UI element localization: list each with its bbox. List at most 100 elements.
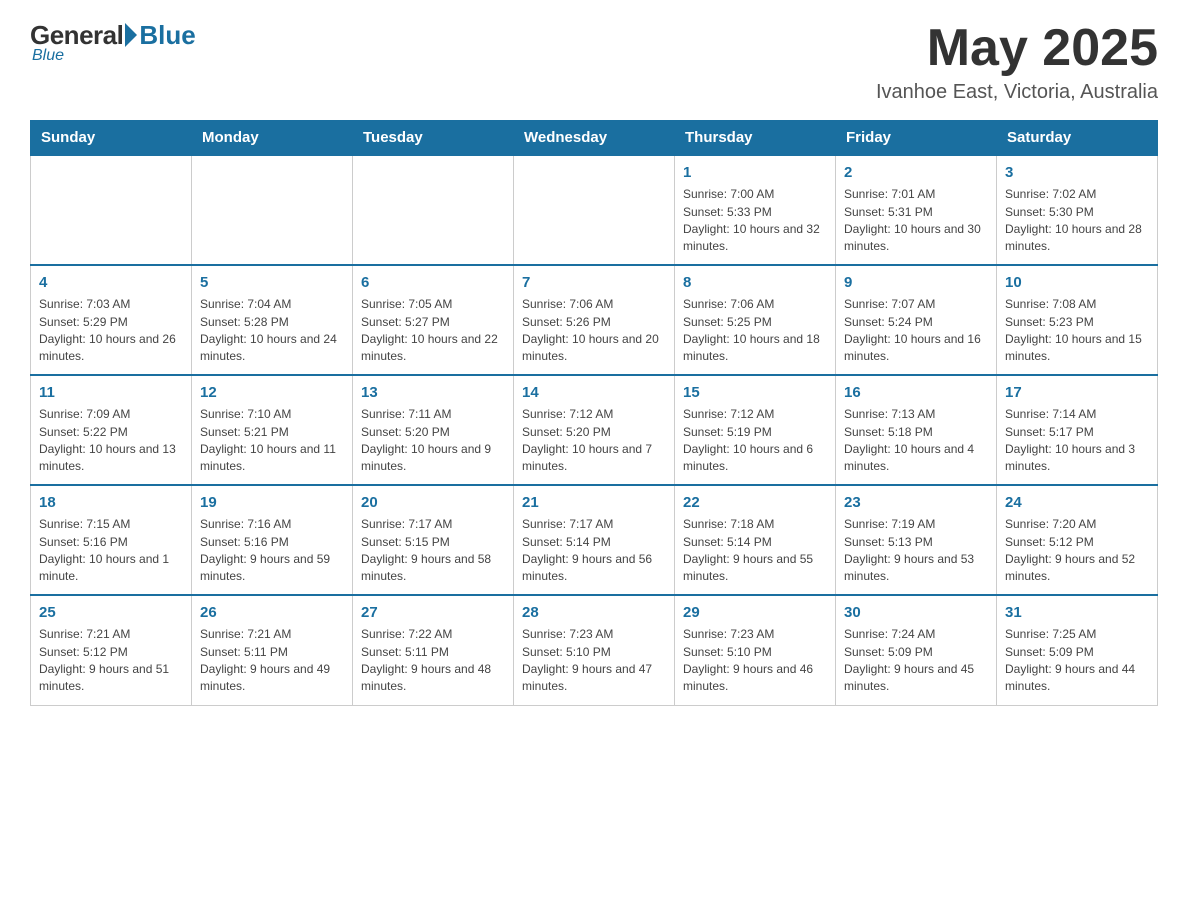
- calendar-cell: 16 Sunrise: 7:13 AMSunset: 5:18 PMDayligh…: [836, 375, 997, 485]
- day-number: 12: [200, 382, 344, 403]
- calendar-table: SundayMondayTuesdayWednesdayThursdayFrid…: [30, 120, 1158, 706]
- day-info: Sunrise: 7:19 AMSunset: 5:13 PMDaylight:…: [844, 516, 988, 586]
- calendar-cell: [192, 155, 353, 265]
- page-header: General Blue Blue May 2025 Ivanhoe East,…: [30, 20, 1158, 104]
- day-info: Sunrise: 7:03 AMSunset: 5:29 PMDaylight:…: [39, 296, 183, 366]
- calendar-cell: [514, 155, 675, 265]
- day-info: Sunrise: 7:17 AMSunset: 5:14 PMDaylight:…: [522, 516, 666, 586]
- day-number: 1: [683, 162, 827, 183]
- calendar-header-row: SundayMondayTuesdayWednesdayThursdayFrid…: [31, 121, 1158, 156]
- day-of-week-header: Tuesday: [353, 121, 514, 156]
- logo: General Blue Blue: [30, 20, 196, 65]
- day-number: 26: [200, 602, 344, 623]
- day-number: 11: [39, 382, 183, 403]
- calendar-cell: 22 Sunrise: 7:18 AMSunset: 5:14 PMDayligh…: [675, 485, 836, 595]
- day-number: 31: [1005, 602, 1149, 623]
- calendar-cell: 5 Sunrise: 7:04 AMSunset: 5:28 PMDaylight…: [192, 265, 353, 375]
- day-info: Sunrise: 7:15 AMSunset: 5:16 PMDaylight:…: [39, 516, 183, 586]
- day-number: 30: [844, 602, 988, 623]
- day-number: 4: [39, 272, 183, 293]
- logo-underline: Blue: [30, 47, 64, 65]
- day-number: 23: [844, 492, 988, 513]
- location-label: Ivanhoe East, Victoria, Australia: [876, 81, 1158, 104]
- day-number: 24: [1005, 492, 1149, 513]
- day-number: 22: [683, 492, 827, 513]
- day-info: Sunrise: 7:21 AMSunset: 5:11 PMDaylight:…: [200, 626, 344, 696]
- calendar-cell: 28 Sunrise: 7:23 AMSunset: 5:10 PMDayligh…: [514, 595, 675, 705]
- day-info: Sunrise: 7:01 AMSunset: 5:31 PMDaylight:…: [844, 186, 988, 256]
- calendar-cell: 26 Sunrise: 7:21 AMSunset: 5:11 PMDayligh…: [192, 595, 353, 705]
- day-number: 2: [844, 162, 988, 183]
- day-number: 10: [1005, 272, 1149, 293]
- day-number: 13: [361, 382, 505, 403]
- calendar-week-row: 18Sunrise: 7:15 AMSunset: 5:16 PMDayligh…: [31, 485, 1158, 595]
- calendar-week-row: 1 Sunrise: 7:00 AMSunset: 5:33 PMDaylight…: [31, 155, 1158, 265]
- day-info: Sunrise: 7:23 AMSunset: 5:10 PMDaylight:…: [522, 626, 666, 696]
- day-number: 20: [361, 492, 505, 513]
- day-info: Sunrise: 7:12 AMSunset: 5:20 PMDaylight:…: [522, 406, 666, 476]
- day-info: Sunrise: 7:11 AMSunset: 5:20 PMDaylight:…: [361, 406, 505, 476]
- calendar-cell: 30Sunrise: 7:24 AMSunset: 5:09 PMDayligh…: [836, 595, 997, 705]
- day-info: Sunrise: 7:10 AMSunset: 5:21 PMDaylight:…: [200, 406, 344, 476]
- day-info: Sunrise: 7:23 AMSunset: 5:10 PMDaylight:…: [683, 626, 827, 696]
- day-number: 28: [522, 602, 666, 623]
- calendar-week-row: 25Sunrise: 7:21 AMSunset: 5:12 PMDayligh…: [31, 595, 1158, 705]
- day-info: Sunrise: 7:07 AMSunset: 5:24 PMDaylight:…: [844, 296, 988, 366]
- calendar-cell: 6 Sunrise: 7:05 AMSunset: 5:27 PMDaylight…: [353, 265, 514, 375]
- calendar-cell: 23 Sunrise: 7:19 AMSunset: 5:13 PMDayligh…: [836, 485, 997, 595]
- day-info: Sunrise: 7:04 AMSunset: 5:28 PMDaylight:…: [200, 296, 344, 366]
- calendar-cell: 3 Sunrise: 7:02 AMSunset: 5:30 PMDaylight…: [997, 155, 1158, 265]
- logo-triangle-icon: [125, 23, 137, 47]
- calendar-cell: 20Sunrise: 7:17 AMSunset: 5:15 PMDayligh…: [353, 485, 514, 595]
- day-number: 15: [683, 382, 827, 403]
- day-info: Sunrise: 7:02 AMSunset: 5:30 PMDaylight:…: [1005, 186, 1149, 256]
- day-info: Sunrise: 7:20 AMSunset: 5:12 PMDaylight:…: [1005, 516, 1149, 586]
- day-of-week-header: Saturday: [997, 121, 1158, 156]
- day-number: 6: [361, 272, 505, 293]
- calendar-week-row: 4 Sunrise: 7:03 AMSunset: 5:29 PMDaylight…: [31, 265, 1158, 375]
- day-number: 5: [200, 272, 344, 293]
- day-number: 19: [200, 492, 344, 513]
- calendar-cell: 19 Sunrise: 7:16 AMSunset: 5:16 PMDayligh…: [192, 485, 353, 595]
- day-number: 29: [683, 602, 827, 623]
- day-of-week-header: Wednesday: [514, 121, 675, 156]
- calendar-cell: 1 Sunrise: 7:00 AMSunset: 5:33 PMDaylight…: [675, 155, 836, 265]
- day-of-week-header: Friday: [836, 121, 997, 156]
- day-info: Sunrise: 7:00 AMSunset: 5:33 PMDaylight:…: [683, 186, 827, 256]
- calendar-cell: [31, 155, 192, 265]
- day-number: 9: [844, 272, 988, 293]
- day-of-week-header: Sunday: [31, 121, 192, 156]
- day-info: Sunrise: 7:22 AMSunset: 5:11 PMDaylight:…: [361, 626, 505, 696]
- day-number: 8: [683, 272, 827, 293]
- day-info: Sunrise: 7:13 AMSunset: 5:18 PMDaylight:…: [844, 406, 988, 476]
- calendar-cell: 2 Sunrise: 7:01 AMSunset: 5:31 PMDaylight…: [836, 155, 997, 265]
- calendar-cell: 21 Sunrise: 7:17 AMSunset: 5:14 PMDayligh…: [514, 485, 675, 595]
- day-info: Sunrise: 7:16 AMSunset: 5:16 PMDaylight:…: [200, 516, 344, 586]
- day-info: Sunrise: 7:08 AMSunset: 5:23 PMDaylight:…: [1005, 296, 1149, 366]
- day-number: 21: [522, 492, 666, 513]
- day-of-week-header: Thursday: [675, 121, 836, 156]
- day-info: Sunrise: 7:05 AMSunset: 5:27 PMDaylight:…: [361, 296, 505, 366]
- title-section: May 2025 Ivanhoe East, Victoria, Austral…: [876, 20, 1158, 104]
- day-of-week-header: Monday: [192, 121, 353, 156]
- day-number: 3: [1005, 162, 1149, 183]
- calendar-cell: 17Sunrise: 7:14 AMSunset: 5:17 PMDayligh…: [997, 375, 1158, 485]
- day-number: 27: [361, 602, 505, 623]
- day-info: Sunrise: 7:18 AMSunset: 5:14 PMDaylight:…: [683, 516, 827, 586]
- calendar-cell: [353, 155, 514, 265]
- calendar-cell: 24 Sunrise: 7:20 AMSunset: 5:12 PMDayligh…: [997, 485, 1158, 595]
- calendar-cell: 14 Sunrise: 7:12 AMSunset: 5:20 PMDayligh…: [514, 375, 675, 485]
- day-info: Sunrise: 7:06 AMSunset: 5:26 PMDaylight:…: [522, 296, 666, 366]
- month-year-title: May 2025: [876, 20, 1158, 77]
- day-number: 16: [844, 382, 988, 403]
- calendar-cell: 10 Sunrise: 7:08 AMSunset: 5:23 PMDayligh…: [997, 265, 1158, 375]
- calendar-cell: 9 Sunrise: 7:07 AMSunset: 5:24 PMDaylight…: [836, 265, 997, 375]
- calendar-cell: 25Sunrise: 7:21 AMSunset: 5:12 PMDayligh…: [31, 595, 192, 705]
- day-info: Sunrise: 7:14 AMSunset: 5:17 PMDaylight:…: [1005, 406, 1149, 476]
- calendar-cell: 31Sunrise: 7:25 AMSunset: 5:09 PMDayligh…: [997, 595, 1158, 705]
- day-number: 14: [522, 382, 666, 403]
- calendar-cell: 27 Sunrise: 7:22 AMSunset: 5:11 PMDayligh…: [353, 595, 514, 705]
- calendar-cell: 12 Sunrise: 7:10 AMSunset: 5:21 PMDayligh…: [192, 375, 353, 485]
- day-info: Sunrise: 7:21 AMSunset: 5:12 PMDaylight:…: [39, 626, 183, 696]
- calendar-cell: 18Sunrise: 7:15 AMSunset: 5:16 PMDayligh…: [31, 485, 192, 595]
